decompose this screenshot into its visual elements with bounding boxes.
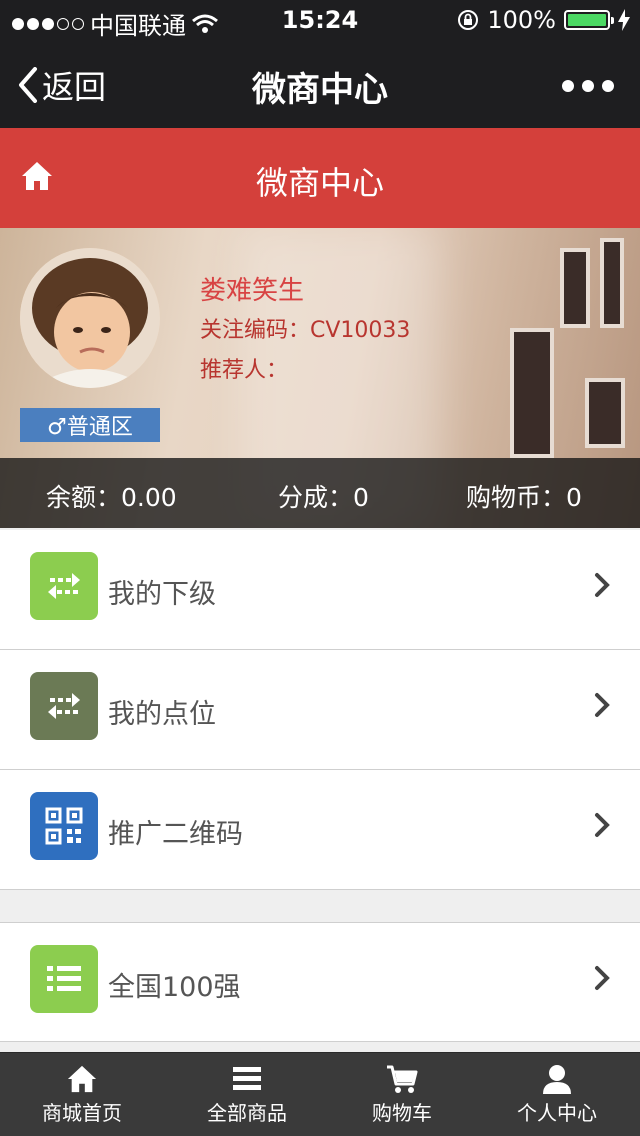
qr-code-icon [30, 792, 98, 860]
stat-label: 购物币： [466, 483, 567, 512]
battery-icon [564, 10, 614, 30]
tab-home[interactable]: 商城首页 [2, 1061, 162, 1126]
background-frame [510, 328, 554, 458]
chevron-right-icon [595, 813, 610, 837]
user-name: 娄难笑生 [200, 276, 305, 306]
user-icon [543, 1065, 571, 1094]
charging-icon [618, 9, 630, 31]
stat-value: 0 [353, 483, 369, 512]
avatar[interactable] [20, 248, 160, 388]
cart-icon [387, 1065, 418, 1093]
rotation-lock-icon [458, 10, 479, 30]
chevron-right-icon [595, 693, 610, 717]
tab-label: 全部商品 [207, 1101, 287, 1125]
tab-label: 商城首页 [42, 1101, 122, 1125]
menu-item-label: 我的点位 [108, 699, 216, 730]
menu-item-positions[interactable]: 我的点位 [0, 650, 640, 770]
user-code: 关注编码：CV10033 [200, 312, 410, 344]
tab-personal-center[interactable]: 个人中心 [477, 1061, 637, 1126]
swap-arrows-icon [30, 672, 98, 740]
bottom-tab-bar: 商城首页 全部商品 购物车 个人中心 [0, 1052, 640, 1136]
profile-banner: ♂普通区 娄难笑生 关注编码：CV10033 推荐人： 余额：0.00 分成：0… [0, 228, 640, 528]
status-right: 100% [457, 6, 630, 34]
menu-icon [233, 1067, 261, 1090]
tab-label: 购物车 [372, 1101, 432, 1125]
section-header: 微商中心 [0, 128, 640, 228]
background-frame [560, 248, 590, 328]
status-bar: 中国联通 15:24 100% [0, 0, 640, 40]
stat-balance: 余额：0.00 [46, 478, 177, 514]
page-title: 微商中心 [252, 70, 388, 110]
background-frame [585, 378, 625, 448]
menu-item-label: 推广二维码 [108, 819, 243, 850]
header-title: 微商中心 [255, 164, 384, 202]
stat-value: 0 [566, 483, 582, 512]
background-frame [600, 238, 624, 328]
account-stats: 余额：0.00 分成：0 购物币：0 [0, 458, 640, 528]
menu-item-label: 全国100强 [108, 972, 241, 1003]
battery-percent: 100% [487, 6, 556, 34]
menu-item-top100[interactable]: 全国100强 [0, 922, 640, 1042]
navigation-bar: 返回 微商中心 [0, 40, 640, 128]
user-level-tag: ♂普通区 [20, 408, 160, 442]
home-icon [67, 1065, 97, 1093]
tab-label: 个人中心 [517, 1101, 597, 1125]
chevron-right-icon [595, 573, 610, 597]
stat-label: 余额： [46, 483, 122, 512]
more-options-button[interactable] [562, 80, 614, 92]
stat-shopping-coins: 购物币：0 [466, 478, 582, 514]
menu-item-subordinates[interactable]: 我的下级 [0, 530, 640, 650]
tab-cart[interactable]: 购物车 [322, 1061, 482, 1126]
menu-item-qr-code[interactable]: 推广二维码 [0, 770, 640, 890]
swap-arrows-icon [30, 552, 98, 620]
code-value: CV10033 [310, 318, 411, 343]
referrer: 推荐人： [200, 358, 289, 383]
code-label: 关注编码： [200, 318, 311, 343]
stat-commission: 分成：0 [278, 478, 369, 514]
child-photo [20, 248, 160, 388]
menu-item-label: 我的下级 [108, 579, 216, 610]
chevron-right-icon [595, 966, 610, 990]
tab-all-products[interactable]: 全部商品 [167, 1061, 327, 1126]
list-icon [30, 945, 98, 1013]
stat-value: 0.00 [121, 483, 177, 512]
stat-label: 分成： [278, 483, 354, 512]
